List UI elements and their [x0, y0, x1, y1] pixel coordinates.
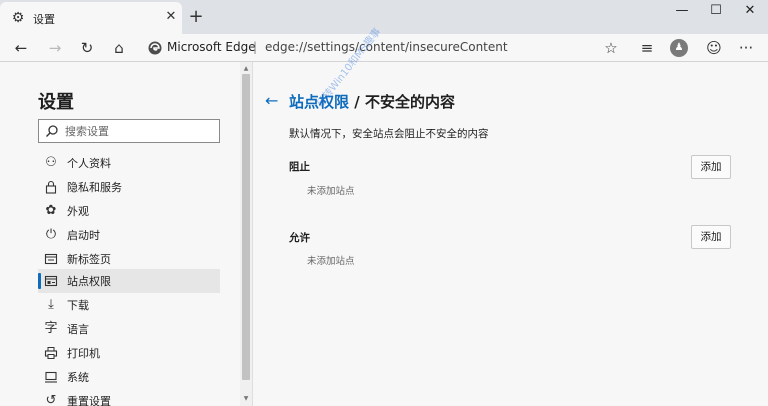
sidebar-item-privacy[interactable]: 隐私和服务 — [38, 175, 220, 199]
scroll-down-icon[interactable]: ▼ — [240, 394, 252, 404]
sidebar-item-label: 站点权限 — [67, 275, 111, 288]
favorites-list-icon[interactable]: ≡ — [636, 37, 658, 59]
person-icon: ⚇ — [45, 155, 57, 170]
page-title: 不安全的内容 — [364, 93, 455, 111]
tab-strip: ⚙ 设置 ✕ + — ☐ ✕ — [0, 0, 768, 34]
sidebar-item-label: 外观 — [67, 205, 89, 218]
main-content: ← 站点权限 / 不安全的内容 默认情况下，安全站点会阻止不安全的内容 阻止 未… — [253, 62, 768, 406]
sidebar-item-label: 隐私和服务 — [67, 181, 122, 194]
tab-title: 设置 — [33, 13, 55, 26]
sidebar-title: 设置 — [38, 92, 74, 113]
allow-add-button[interactable]: 添加 — [691, 225, 731, 249]
address-toolbar: ← → ↻ ⌂ Microsoft Edge | edge://settings… — [0, 34, 768, 62]
sidebar-item-label: 语言 — [67, 323, 89, 336]
back-arrow-icon[interactable]: ← — [10, 37, 32, 59]
block-empty-text: 未添加站点 — [307, 186, 355, 197]
smiley-icon[interactable]: ☺ — [703, 37, 725, 59]
language-icon: 字 — [44, 321, 58, 336]
sidebar-item-on-startup[interactable]: ⏻ 启动时 — [38, 223, 220, 247]
sidebar-item-system[interactable]: 系统 — [38, 365, 220, 389]
sidebar-item-languages[interactable]: 字 语言 — [38, 317, 220, 341]
printer-icon — [44, 347, 58, 359]
close-window-button[interactable]: ✕ — [732, 0, 768, 24]
sidebar-item-site-permissions[interactable]: 站点权限 — [38, 269, 220, 293]
sidebar-item-label: 重置设置 — [67, 395, 111, 406]
maximize-button[interactable]: ☐ — [698, 0, 734, 24]
edge-logo-icon — [148, 41, 162, 55]
new-tab-button[interactable]: + — [186, 7, 206, 27]
gear-icon: ⚙ — [11, 10, 25, 26]
sidebar-scrollbar[interactable]: ▲ ▼ — [240, 62, 252, 406]
sidebar-item-downloads[interactable]: ⤓ 下载 — [38, 293, 220, 317]
block-add-button[interactable]: 添加 — [691, 155, 731, 179]
sidebar-item-reset[interactable]: ↺ 重置设置 — [38, 389, 220, 406]
search-icon — [46, 125, 58, 137]
power-icon: ⏻ — [45, 227, 57, 242]
page-description: 默认情况下，安全站点会阻止不安全的内容 — [289, 128, 489, 140]
address-url[interactable]: edge://settings/content/insecureContent — [265, 40, 508, 54]
tab-settings[interactable]: ⚙ 设置 ✕ — [0, 2, 182, 34]
scroll-up-icon[interactable]: ▲ — [240, 64, 252, 74]
sidebar-item-new-tab[interactable]: 新标签页 — [38, 247, 220, 271]
search-input[interactable] — [65, 123, 215, 139]
block-section-title: 阻止 — [289, 161, 310, 173]
breadcrumb-separator: / — [349, 93, 365, 111]
download-icon: ⤓ — [48, 297, 54, 312]
palette-icon: ✿ — [45, 203, 57, 218]
system-icon — [45, 371, 57, 383]
allow-section-title: 允许 — [289, 232, 310, 244]
reset-icon: ↺ — [45, 393, 57, 406]
sidebar-item-profile[interactable]: ⚇ 个人资料 — [38, 151, 220, 175]
search-box[interactable] — [38, 119, 220, 143]
sidebar-item-label: 系统 — [67, 371, 89, 384]
sidebar-item-label: 打印机 — [67, 347, 100, 360]
sidebar-item-label: 下载 — [67, 299, 89, 312]
profile-avatar[interactable]: ♟ — [670, 39, 688, 57]
forward-arrow-icon[interactable]: → — [44, 37, 66, 59]
sidebar-item-label: 启动时 — [67, 229, 100, 242]
minimize-button[interactable]: — — [664, 0, 700, 24]
sidebar-item-label: 新标签页 — [67, 253, 111, 266]
close-tab-icon[interactable]: ✕ — [164, 10, 178, 24]
settings-sidebar: 设置 ⚇ 个人资料 隐私和服务 ✿ 外观 ⏻ 启动时 新标签页 — [0, 62, 240, 406]
site-brand-label: Microsoft Edge — [167, 40, 256, 54]
back-arrow-icon[interactable]: ← — [265, 92, 283, 110]
allow-empty-text: 未添加站点 — [307, 256, 355, 267]
sidebar-item-appearance[interactable]: ✿ 外观 — [38, 199, 220, 223]
scroll-thumb[interactable] — [242, 74, 250, 380]
new-tab-icon — [44, 253, 58, 265]
sidebar-item-printers[interactable]: 打印机 — [38, 341, 220, 365]
refresh-icon[interactable]: ↻ — [76, 37, 98, 59]
address-separator: | — [253, 40, 258, 54]
site-permissions-icon — [44, 275, 58, 287]
star-icon[interactable]: ☆ — [600, 37, 622, 59]
sidebar-item-label: 个人资料 — [67, 157, 111, 170]
more-icon[interactable]: ··· — [735, 37, 757, 59]
lock-icon — [45, 180, 57, 194]
home-icon[interactable]: ⌂ — [108, 37, 130, 59]
